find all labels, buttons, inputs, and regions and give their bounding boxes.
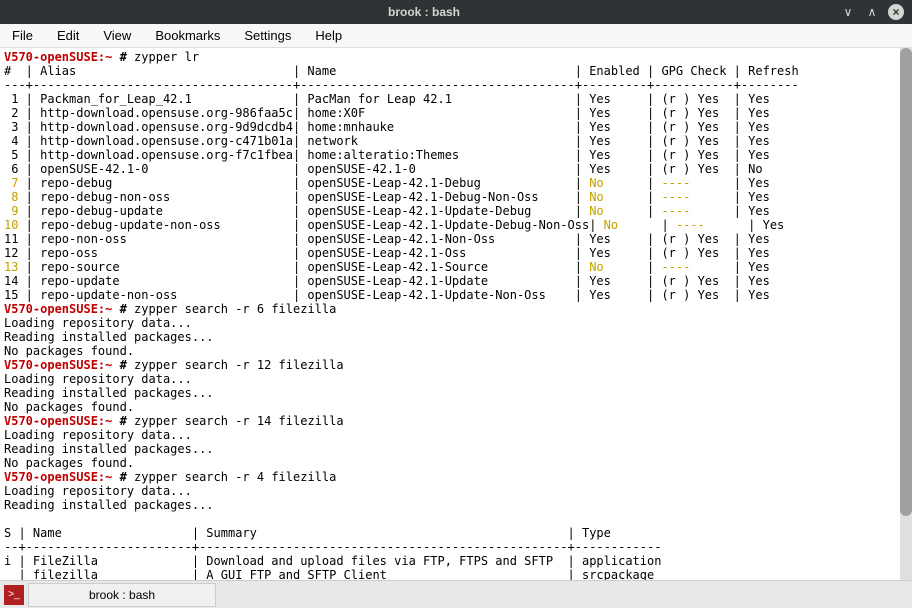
menu-edit[interactable]: Edit — [53, 26, 83, 45]
menu-file[interactable]: File — [8, 26, 37, 45]
titlebar: brook : bash ∨ ∧ × — [0, 0, 912, 24]
taskbar: >_ brook : bash — [0, 580, 912, 608]
taskbar-app-icon[interactable]: >_ — [4, 585, 24, 605]
menu-bookmarks[interactable]: Bookmarks — [151, 26, 224, 45]
scrollbar[interactable] — [900, 48, 912, 580]
scrollbar-thumb[interactable] — [900, 48, 912, 516]
terminal[interactable]: V570-openSUSE:~ # zypper lr # | Alias | … — [0, 48, 912, 580]
menu-view[interactable]: View — [99, 26, 135, 45]
close-icon[interactable]: × — [888, 4, 904, 20]
menu-help[interactable]: Help — [311, 26, 346, 45]
taskbar-window-item[interactable]: brook : bash — [28, 583, 216, 607]
minimize-icon[interactable]: ∨ — [840, 4, 856, 20]
window-title: brook : bash — [8, 5, 840, 19]
window-controls: ∨ ∧ × — [840, 4, 904, 20]
maximize-icon[interactable]: ∧ — [864, 4, 880, 20]
menu-settings[interactable]: Settings — [240, 26, 295, 45]
menubar: File Edit View Bookmarks Settings Help — [0, 24, 912, 48]
